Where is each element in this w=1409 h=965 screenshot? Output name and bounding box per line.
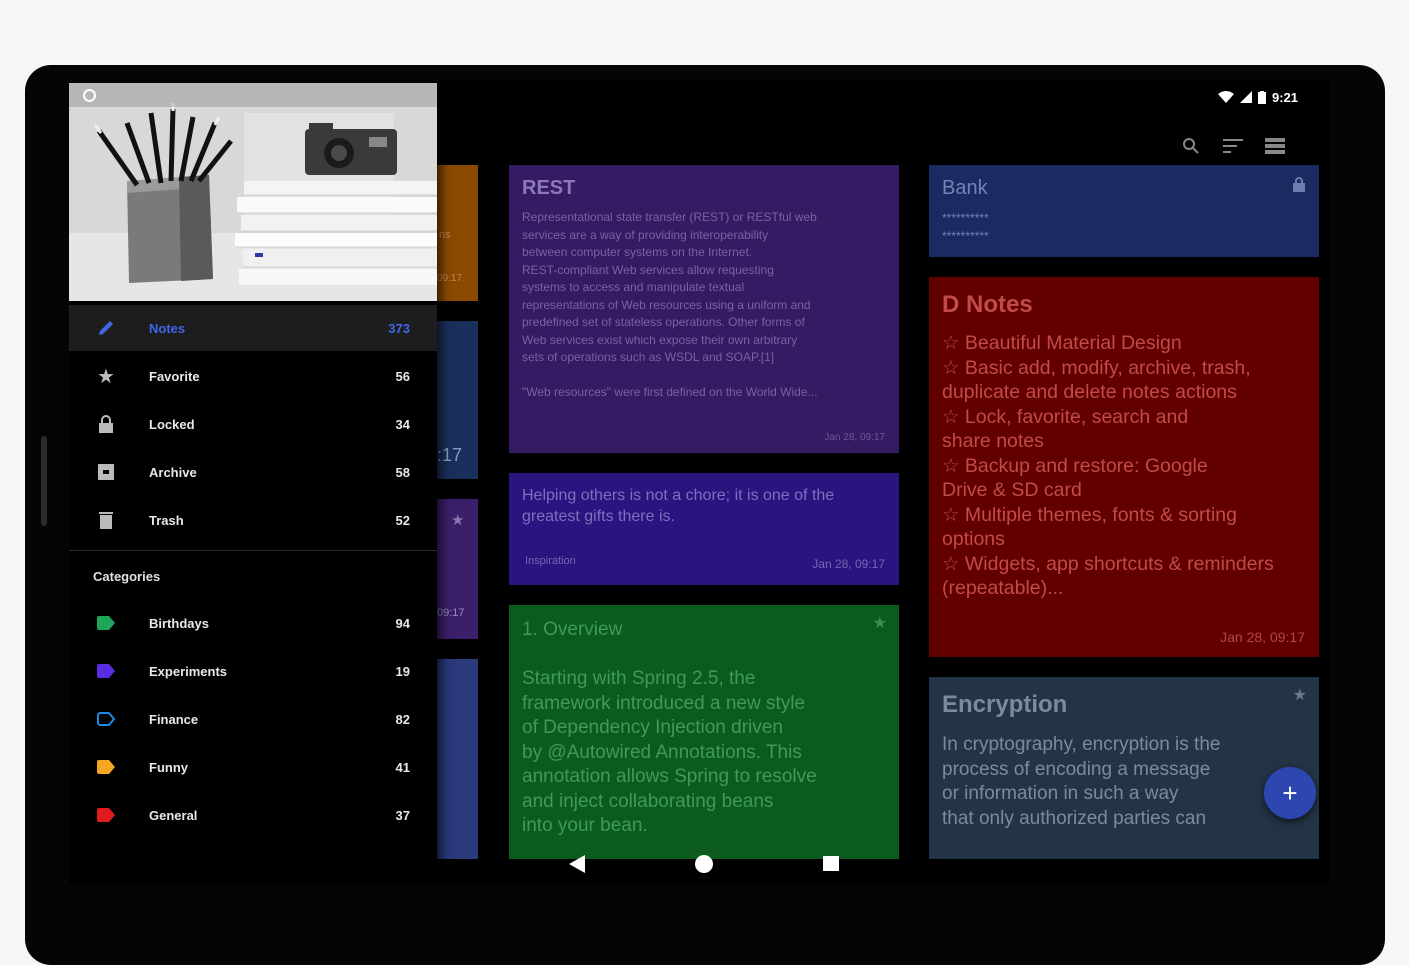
search-icon[interactable] — [1180, 136, 1202, 156]
note-card-dnotes[interactable]: D Notes ☆ Beautiful Material Design ☆ Ba… — [929, 277, 1319, 657]
signal-icon — [1239, 91, 1252, 103]
note-body: Representational state transfer (REST) o… — [522, 210, 818, 399]
drawer-item-favorite[interactable]: ★ Favorite 56 — [69, 353, 437, 399]
note-card-peek[interactable] — [437, 659, 478, 859]
device-side-button — [41, 436, 47, 526]
drawer-divider — [69, 550, 437, 551]
pencils-and-camera-image — [69, 83, 437, 301]
lock-icon — [1293, 177, 1305, 197]
home-icon[interactable] — [695, 855, 713, 878]
category-item-birthdays[interactable]: Birthdays 94 — [69, 600, 437, 646]
lock-icon — [95, 413, 117, 435]
label-tag-icon — [95, 756, 117, 778]
note-title: REST — [522, 177, 576, 199]
label-tag-icon — [95, 804, 117, 826]
screen: 9:21 ns 09:17 :17 ★ 09:17 REST Represent… — [69, 81, 1330, 883]
note-title: 1. Overview — [522, 619, 623, 640]
drawer-item-locked[interactable]: Locked 34 — [69, 401, 437, 447]
drawer-item-archive[interactable]: Archive 58 — [69, 449, 437, 495]
note-card-rest[interactable]: REST Representational state transfer (RE… — [509, 165, 899, 453]
wifi-icon — [1217, 90, 1234, 103]
tablet-device: 9:21 ns 09:17 :17 ★ 09:17 REST Represent… — [25, 65, 1385, 965]
trash-icon — [95, 509, 117, 531]
star-icon: ★ — [1292, 687, 1307, 704]
label-tag-outline-icon — [95, 708, 117, 730]
back-icon[interactable] — [569, 855, 585, 878]
note-title: Bank — [942, 177, 988, 199]
note-date: Jan 28, 09:17 — [1220, 629, 1305, 645]
note-date: Jan 28, 09:17 — [824, 432, 885, 443]
archive-icon — [95, 461, 117, 483]
note-label: Inspiration — [525, 555, 576, 567]
note-date: Jan 28, 09:17 — [812, 557, 885, 571]
star-icon: ★ — [451, 512, 465, 529]
categories-heading: Categories — [93, 569, 161, 584]
star-icon: ★ — [97, 365, 115, 388]
drawer-item-trash[interactable]: Trash 52 — [69, 497, 437, 543]
navigation-drawer: Notes 373 ★ Favorite 56 Locked 34 Archiv… — [69, 83, 437, 883]
note-title: Encryption — [942, 691, 1068, 718]
pencil-icon — [95, 317, 117, 339]
note-card-quote[interactable]: Helping others is not a chore; it is one… — [509, 473, 899, 585]
note-body: In cryptography, encryption is the proce… — [942, 734, 1221, 829]
note-body: ☆ Beautiful Material Design ☆ Basic add,… — [942, 332, 1274, 599]
add-note-button[interactable]: + — [1264, 767, 1316, 819]
system-navigation-bar — [69, 851, 1330, 883]
note-card-peek[interactable]: ★ 09:17 — [437, 499, 478, 639]
view-toggle-icon[interactable] — [1264, 136, 1286, 156]
drawer-item-notes[interactable]: Notes 373 — [69, 305, 437, 351]
star-icon: ★ — [872, 615, 887, 632]
status-time: 9:21 — [1271, 89, 1298, 105]
sort-icon[interactable] — [1222, 136, 1244, 156]
note-card-overview[interactable]: 1. Overview ★ Starting with Spring 2.5, … — [509, 605, 899, 859]
note-body: ********** ********** — [942, 211, 989, 243]
category-item-finance[interactable]: Finance 82 — [69, 696, 437, 742]
note-body: Helping others is not a chore; it is one… — [522, 487, 835, 525]
toolbar — [1180, 136, 1286, 156]
category-item-general[interactable]: General 37 — [69, 792, 437, 838]
recents-icon[interactable] — [823, 855, 839, 876]
header-status-strip — [69, 83, 437, 107]
label-tag-icon — [95, 660, 117, 682]
category-item-funny[interactable]: Funny 41 — [69, 744, 437, 790]
battery-icon — [1257, 90, 1266, 104]
note-title: D Notes — [942, 291, 1033, 318]
drawer-header-image — [69, 83, 437, 301]
note-card-peek[interactable]: ns 09:17 — [437, 165, 478, 301]
label-tag-icon — [95, 612, 117, 634]
note-card-bank[interactable]: Bank ********** ********** — [929, 165, 1319, 257]
category-item-experiments[interactable]: Experiments 19 — [69, 648, 437, 694]
status-bar: 9:21 — [1217, 85, 1298, 109]
note-card-encryption[interactable]: Encryption ★ In cryptography, encryption… — [929, 677, 1319, 859]
note-body: Starting with Spring 2.5, the framework … — [522, 668, 817, 836]
notification-dot-icon — [83, 89, 96, 102]
note-card-peek[interactable]: :17 — [437, 321, 478, 479]
